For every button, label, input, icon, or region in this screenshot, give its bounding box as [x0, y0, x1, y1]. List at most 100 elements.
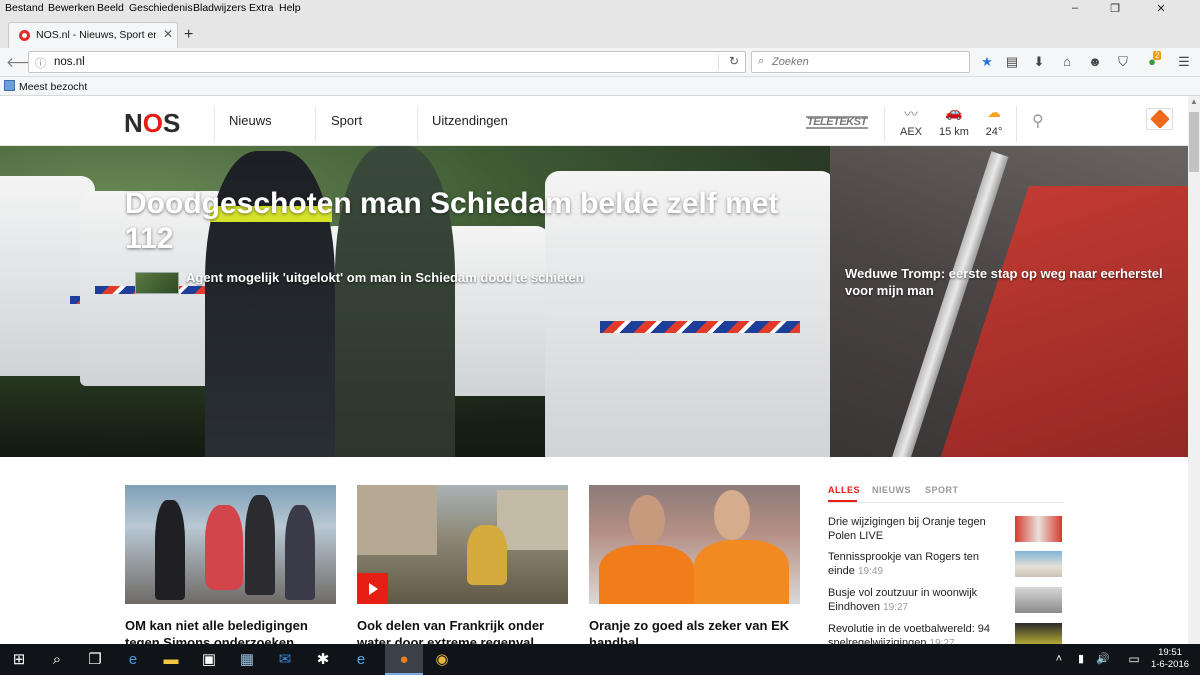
new-tab-button[interactable]: +	[184, 26, 193, 44]
nos-logo[interactable]: NOS	[124, 108, 180, 139]
aex-chart-icon: 〰	[904, 106, 918, 122]
scroll-up-arrow-icon[interactable]: ▲	[1188, 97, 1200, 109]
search-placeholder: Zoeken	[772, 56, 809, 68]
feed-thumbnail[interactable]	[1015, 551, 1062, 577]
person-figure	[245, 495, 275, 595]
card-image-handbal[interactable]	[589, 485, 800, 604]
nav-divider	[1016, 106, 1017, 142]
feed-thumbnail[interactable]	[1015, 516, 1062, 542]
menu-bar: Bestand Bewerken Beeld Geschiedenis Blad…	[0, 0, 1200, 17]
feed-item[interactable]: Tennissprookje van Rogers ten einde 19:4…	[828, 550, 1008, 579]
menu-bladwijzers[interactable]: Bladwijzers	[193, 2, 246, 14]
hero-side-title[interactable]: Weduwe Tromp: eerste stap op weg naar ee…	[845, 265, 1175, 299]
hero-side-image[interactable]	[830, 146, 1188, 457]
back-button[interactable]: 🡐	[6, 52, 44, 72]
feed-item-time: 19:49	[857, 566, 884, 577]
urlbar-divider	[718, 54, 719, 70]
search-icon[interactable]: ⌕	[38, 644, 76, 675]
url-text[interactable]: nos.nl	[54, 56, 85, 68]
menu-bestand[interactable]: Bestand	[5, 2, 44, 14]
nav-divider	[884, 106, 885, 142]
site-search-icon[interactable]: ⚲	[1032, 111, 1044, 131]
bookmarks-menu-icon[interactable]: ▤	[1003, 54, 1021, 70]
pocket-icon[interactable]: ⛉	[1114, 54, 1132, 70]
close-window-button[interactable]: ✕	[1146, 2, 1176, 15]
navigation-toolbar: 🡐 ⓘ nos.nl ↻ ⌕ Zoeken ★ ▤ ⬇ ⌂ ☻ ⛉ ● 2 ☰	[0, 48, 1200, 77]
download-icon[interactable]: ⬇	[1030, 54, 1048, 70]
mail-icon[interactable]: ✉	[266, 644, 304, 675]
card-image-frankrijk[interactable]	[357, 485, 568, 604]
tab-title: NOS.nl - Nieuws, Sport en ...	[36, 29, 156, 41]
menu-extra[interactable]: Extra	[249, 2, 274, 14]
menu-bewerken[interactable]: Bewerken	[48, 2, 95, 14]
npo-logo-icon	[1150, 109, 1170, 129]
url-bar[interactable]: ⓘ nos.nl ↻	[28, 51, 746, 73]
chat-icon[interactable]: ☻	[1086, 54, 1104, 69]
orange-jersey-figure	[694, 540, 789, 604]
feed-thumbnail[interactable]	[1015, 587, 1062, 613]
app-icon[interactable]: ✱	[304, 644, 342, 675]
hamburger-menu-icon[interactable]: ☰	[1175, 54, 1193, 70]
tab-nos[interactable]: NOS.nl - Nieuws, Sport en ... ✕	[8, 22, 178, 48]
orange-jersey-figure	[599, 545, 694, 604]
nav-divider	[417, 106, 418, 142]
tab-nieuws[interactable]: NIEUWS	[872, 485, 911, 495]
face-shape	[714, 490, 750, 540]
rescue-blanket-figure	[467, 525, 507, 585]
weather-widget[interactable]: 24°	[969, 126, 1019, 138]
menu-beeld[interactable]: Beeld	[97, 2, 124, 14]
system-clock[interactable]: 19:51 1-6-2016	[1148, 647, 1192, 671]
tab-close-icon[interactable]: ✕	[163, 27, 173, 41]
building-shape	[357, 485, 437, 555]
traffic-car-icon: 🚗	[945, 104, 963, 120]
task-view-icon[interactable]: ❐	[76, 644, 114, 675]
reload-icon[interactable]: ↻	[729, 54, 739, 68]
minimize-button[interactable]: –	[1060, 2, 1090, 14]
store-icon[interactable]: ▣	[190, 644, 228, 675]
file-explorer-icon[interactable]: ▬	[152, 644, 190, 675]
hero-title[interactable]: Doodgeschoten man Schiedam belde zelf me…	[125, 186, 785, 256]
nos-favicon-icon	[19, 30, 30, 41]
app-icon[interactable]: ▦	[228, 644, 266, 675]
feed-item-title: Tennissprookje van Rogers ten einde	[828, 551, 980, 577]
clock-time: 19:51	[1158, 647, 1182, 658]
face-shape	[629, 495, 665, 545]
menu-help[interactable]: Help	[279, 2, 301, 14]
windows-start-icon[interactable]: ⊞	[0, 644, 38, 675]
bookmark-star-icon[interactable]: ★	[978, 54, 996, 70]
chrome-icon[interactable]: ◉	[423, 644, 461, 675]
search-bar[interactable]: ⌕ Zoeken	[751, 51, 970, 73]
home-icon[interactable]: ⌂	[1058, 54, 1076, 69]
teletekst-link[interactable]: TELETEKST	[806, 116, 868, 129]
weather-cloud-sun-icon: ☁	[987, 104, 1001, 120]
taskbar: ⊞ ⌕ ❐ e ▬ ▣ ▦ ✉ ✱ e ● ◉ ˄ ▮ 🔊 ▭ 19:51 1-…	[0, 644, 1200, 675]
internet-explorer-icon[interactable]: e	[342, 644, 380, 675]
site-header: NOS Nieuws Sport Uitzendingen TELETEKST …	[0, 96, 1188, 146]
tab-alles[interactable]: ALLES	[828, 485, 860, 495]
feed-item[interactable]: Busje vol zoutzuur in woonwijk Eindhoven…	[828, 586, 1008, 615]
edge-browser-icon[interactable]: e	[114, 644, 152, 675]
nav-nieuws[interactable]: Nieuws	[229, 113, 272, 128]
scrollbar-track[interactable]	[1188, 96, 1200, 644]
bookmark-meest-bezocht[interactable]: Meest bezocht	[19, 81, 87, 93]
red-dress-figure	[205, 505, 243, 590]
nav-uitzendingen[interactable]: Uitzendingen	[432, 113, 508, 128]
firefox-icon[interactable]: ●	[385, 644, 423, 675]
scrollbar-thumb[interactable]	[1189, 112, 1199, 172]
nav-divider	[214, 106, 215, 142]
tab-sport[interactable]: SPORT	[925, 485, 959, 495]
npo-button[interactable]	[1146, 108, 1173, 130]
related-thumbnail[interactable]	[135, 272, 179, 294]
feed-item[interactable]: Drie wijzigingen bij Oranje tegen Polen …	[828, 515, 1008, 543]
menu-geschiedenis[interactable]: Geschiedenis	[129, 2, 193, 14]
logo-letter-s: S	[163, 108, 181, 138]
car-stripe	[600, 321, 800, 333]
nav-sport[interactable]: Sport	[331, 113, 362, 128]
hero-related-link[interactable]: Agent mogelijk 'uitgelokt' om man in Sch…	[186, 270, 584, 285]
card-image-simons[interactable]	[125, 485, 336, 604]
person-figure	[285, 505, 315, 600]
maximize-button[interactable]: ❐	[1100, 2, 1130, 15]
video-play-button[interactable]	[357, 573, 388, 604]
logo-letter-n: N	[124, 108, 143, 138]
info-icon[interactable]: ⓘ	[35, 55, 46, 71]
